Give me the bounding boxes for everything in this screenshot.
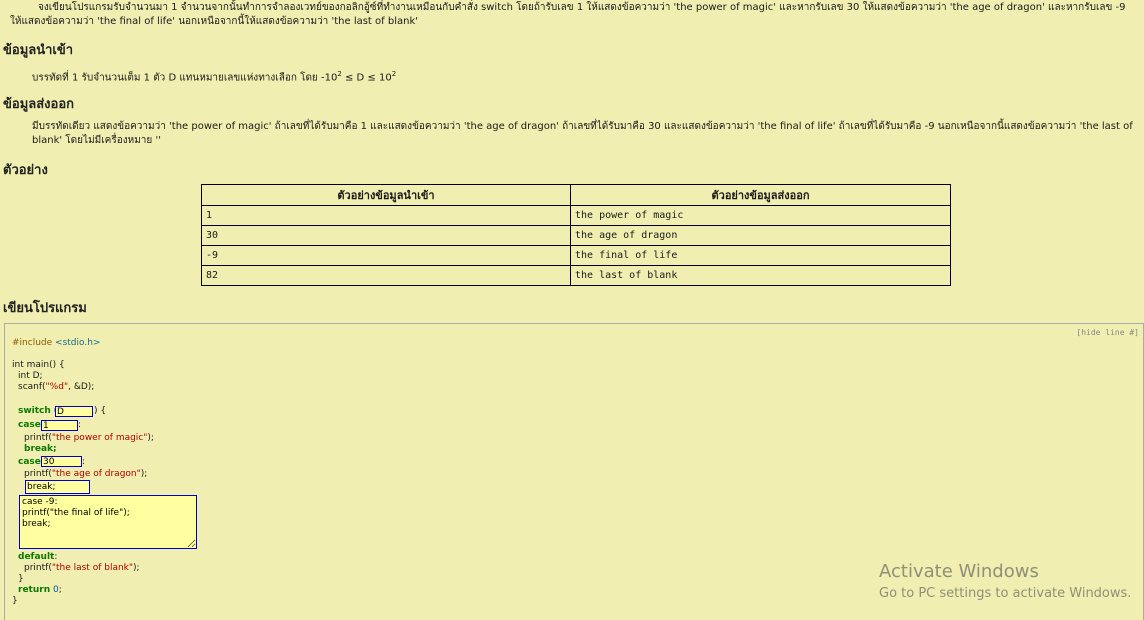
- code-line-include: #include <stdio.h>: [12, 338, 100, 349]
- input-exponent-2: 2: [391, 70, 397, 78]
- hide-line-numbers-link[interactable]: [hide line #]: [1076, 328, 1139, 337]
- code-line-decl: int D;: [18, 371, 43, 381]
- input-text: บรรทัดที่ 1 รับจำนวนเต็ม 1 ตัว D แทนหมาย…: [32, 72, 338, 84]
- code-line-return: return 0;: [18, 585, 62, 595]
- code-line-printf-dragon: printf("the age of dragon");: [24, 469, 148, 479]
- include-directive: #include: [12, 338, 53, 348]
- case-1-value-blank[interactable]: [41, 420, 78, 431]
- example-output: the age of dragon: [570, 225, 951, 246]
- column-header-output: ตัวอย่างข้อมูลส่งออก: [570, 184, 951, 206]
- example-input: -9: [201, 245, 571, 266]
- input-heading: ข้อมูลนำเข้า: [3, 43, 74, 58]
- table-header-row: ตัวอย่างข้อมูลนำเข้า ตัวอย่างข้อมูลส่งออ…: [201, 184, 951, 206]
- problem-intro: จงเขียนโปรแกรมรับจำนวนมา 1 จำนวนจากนั้นท…: [10, 2, 1126, 27]
- case-1-keyword: case: [18, 420, 41, 430]
- examples-table: ตัวอย่างข้อมูลนำเข้า ตัวอย่างข้อมูลส่งออ…: [201, 184, 951, 286]
- code-line-close-main: }: [12, 596, 18, 606]
- input-description: บรรทัดที่ 1 รับจำนวนเต็ม 1 ตัว D แทนหมาย…: [32, 67, 396, 85]
- example-input: 1: [201, 205, 571, 226]
- case-2-colon: :: [82, 457, 86, 467]
- program-heading: เขียนโปรแกรม: [3, 301, 87, 316]
- example-heading: ตัวอย่าง: [3, 163, 48, 178]
- switch-expression-blank[interactable]: [55, 406, 93, 417]
- break-statement-blank[interactable]: [25, 480, 90, 494]
- output-heading: ข้อมูลส่งออก: [3, 97, 74, 112]
- code-line-main: int main() {: [12, 360, 65, 370]
- column-header-input: ตัวอย่างข้อมูลนำเข้า: [201, 184, 571, 206]
- code-line-close-switch: }: [18, 574, 24, 584]
- output-description: มีบรรทัดเดียว แสดงข้อความว่า 'the power …: [32, 121, 1133, 146]
- code-line-scanf: scanf("%d", &D);: [18, 382, 94, 393]
- case-2-value-blank[interactable]: [41, 456, 82, 467]
- activation-watermark-subtitle: Go to PC settings to activate Windows.: [879, 586, 1132, 601]
- activation-watermark-title: Activate Windows: [879, 561, 1039, 582]
- switch-keyword: switch: [18, 406, 51, 416]
- include-header: <stdio.h>: [55, 338, 101, 348]
- case-block-textarea[interactable]: case -9: printf("the final of life"); br…: [19, 495, 197, 549]
- table-row: -9 the final of life: [201, 245, 951, 266]
- scanf-call: scanf(: [18, 382, 46, 392]
- code-line-break-1: break;: [24, 444, 57, 454]
- code-line-printf-power: printf("the power of magic");: [24, 433, 154, 443]
- example-input: 82: [201, 265, 571, 286]
- switch-close-paren: ) {: [94, 406, 107, 416]
- table-row: 30 the age of dragon: [201, 225, 951, 246]
- scanf-args: , &D);: [68, 382, 95, 392]
- scanf-format: "%d": [45, 382, 69, 392]
- case-2-keyword: case: [18, 457, 41, 467]
- case-1-colon: :: [78, 420, 82, 430]
- table-row: 82 the last of blank: [201, 265, 951, 286]
- code-line-printf-last: printf("the last of blank");: [24, 563, 140, 573]
- input-range-mid: ≤ D ≤ 10: [341, 72, 392, 84]
- example-output: the power of magic: [570, 205, 951, 226]
- code-line-default: default:: [18, 552, 58, 562]
- table-row: 1 the power of magic: [201, 205, 951, 226]
- example-output: the last of blank: [570, 265, 951, 286]
- code-line-switch: switch (: [18, 406, 57, 417]
- example-input: 30: [201, 225, 571, 246]
- example-output: the final of life: [570, 245, 951, 266]
